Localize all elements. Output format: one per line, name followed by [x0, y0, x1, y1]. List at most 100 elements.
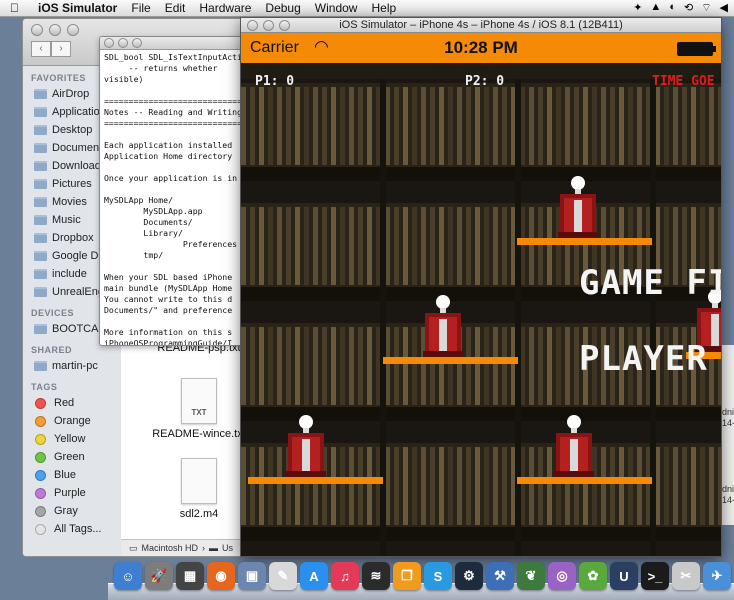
- text-file-icon: TXT: [181, 378, 217, 424]
- simulator-title: iOS Simulator – iPhone 4s – iPhone 4s / …: [339, 19, 623, 31]
- timemachine-icon[interactable]: ⟲: [684, 1, 693, 15]
- wifi-icon[interactable]: ⌔: [701, 1, 711, 15]
- unreal-icon[interactable]: U: [610, 562, 638, 590]
- sim-zoom-button[interactable]: [279, 20, 290, 31]
- file-name: sdl2.m4: [179, 508, 219, 520]
- tag-label: Yellow: [54, 433, 86, 445]
- menu-file[interactable]: File: [131, 1, 150, 15]
- hard-disk-icon: ▭: [129, 542, 138, 553]
- sim-close-button[interactable]: [247, 20, 258, 31]
- menu-debug[interactable]: Debug: [265, 1, 300, 15]
- preview-icon[interactable]: ▣: [238, 562, 266, 590]
- menu-tray: ✦ ▲ ◐ ⟲ ⌔ ◀: [633, 1, 728, 15]
- finder-minimize-button[interactable]: [49, 24, 61, 36]
- pictures-icon: [33, 178, 47, 190]
- finder-close-button[interactable]: [31, 24, 43, 36]
- menu-extra-icon[interactable]: ◐: [669, 1, 676, 15]
- menu-app-name[interactable]: iOS Simulator: [38, 1, 117, 15]
- file-sdl2-m4[interactable]: sdl2.m4: [151, 458, 243, 520]
- evernote-icon[interactable]: ✿: [579, 562, 607, 590]
- movies-icon: [33, 196, 47, 208]
- sidebar-item-label: Dropbox: [52, 232, 94, 244]
- editor-close-button[interactable]: [104, 38, 114, 48]
- tag-purple[interactable]: Purple: [23, 484, 121, 502]
- sidebar-item-label: Music: [52, 214, 81, 226]
- disk-icon[interactable]: ◎: [548, 562, 576, 590]
- apple-menu-icon[interactable]: : [10, 1, 24, 15]
- photo-booth-icon[interactable]: ▦: [176, 562, 204, 590]
- tag-gray[interactable]: Gray: [23, 502, 121, 520]
- editor-zoom-button[interactable]: [132, 38, 142, 48]
- status-time: 10:28 PM: [444, 38, 518, 57]
- google-drive-tray-icon[interactable]: ▲: [650, 1, 661, 15]
- path-item-disk[interactable]: Macintosh HD: [142, 543, 199, 553]
- tag-green[interactable]: Green: [23, 448, 121, 466]
- sidebar-item-martin-pc[interactable]: martin-pc: [23, 357, 121, 375]
- menu-edit[interactable]: Edit: [165, 1, 186, 15]
- desktop-icon: [33, 124, 47, 136]
- computer-icon: [33, 360, 47, 372]
- dropbox-tray-icon[interactable]: ✦: [633, 1, 642, 15]
- tag-dot-icon: [35, 397, 46, 409]
- terminal-icon[interactable]: >_: [641, 562, 669, 590]
- dropbox-icon: [33, 232, 47, 244]
- editor-titlebar: [100, 37, 250, 50]
- spotify-icon[interactable]: ≋: [362, 562, 390, 590]
- firefox-icon[interactable]: ◉: [207, 562, 235, 590]
- tag-dot-icon: [35, 469, 46, 481]
- editor-minimize-button[interactable]: [118, 38, 128, 48]
- tag-orange[interactable]: Orange: [23, 412, 121, 430]
- app-store-icon[interactable]: A: [300, 562, 328, 590]
- music-icon: [33, 214, 47, 226]
- sidebar-item-label: AirDrop: [52, 88, 90, 100]
- sim-minimize-button[interactable]: [263, 20, 274, 31]
- tag-label: Red: [54, 397, 75, 409]
- tag-label: Gray: [54, 505, 78, 517]
- finder-icon[interactable]: ☺: [114, 562, 142, 590]
- game-screen[interactable]: P1: 0 P2: 0 TIME GOE GAME FI PLAYER: [241, 63, 721, 556]
- coda-icon[interactable]: ❦: [517, 562, 545, 590]
- editor-text[interactable]: SDL_bool SDL_IsTextInputActive -- return…: [100, 50, 250, 345]
- menu-hardware[interactable]: Hardware: [199, 1, 251, 15]
- tag-red[interactable]: Red: [23, 394, 121, 412]
- itunes-icon[interactable]: ♫: [331, 562, 359, 590]
- skype-icon[interactable]: S: [424, 562, 452, 590]
- back-arrow-icon[interactable]: ‹: [31, 41, 51, 57]
- finder-zoom-button[interactable]: [67, 24, 79, 36]
- launchpad-icon[interactable]: 🚀: [145, 562, 173, 590]
- steam-icon[interactable]: ⚙: [455, 562, 483, 590]
- script-icon[interactable]: ✂: [672, 562, 700, 590]
- tag-blue[interactable]: Blue: [23, 466, 121, 484]
- disk-icon: [33, 323, 47, 335]
- xcode-icon[interactable]: ⚒: [486, 562, 514, 590]
- sidebar-item-label: Movies: [52, 196, 87, 208]
- tag-all-tags-[interactable]: All Tags...: [23, 520, 121, 538]
- menu-window[interactable]: Window: [315, 1, 358, 15]
- file-readme-wince[interactable]: TXT README-wince.txt: [151, 378, 243, 440]
- player2-score: P2: 0: [465, 74, 505, 89]
- sidebar-item-label: Desktop: [52, 124, 93, 136]
- textedit-icon[interactable]: ✎: [269, 562, 297, 590]
- menu-help[interactable]: Help: [371, 1, 396, 15]
- applications-icon: [33, 106, 47, 118]
- bg-text: dni: [722, 407, 734, 417]
- platform-middle: [383, 357, 518, 364]
- tag-yellow[interactable]: Yellow: [23, 430, 121, 448]
- path-item-users[interactable]: Us: [222, 543, 233, 553]
- airdrop-icon: [33, 88, 47, 100]
- game-over-message: GAME FI: [579, 263, 721, 303]
- documents-icon: [33, 142, 47, 154]
- forward-arrow-icon[interactable]: ›: [51, 41, 71, 57]
- platform-bottom-left: [248, 477, 383, 484]
- path-separator-icon: ›: [202, 543, 206, 553]
- tag-label: Blue: [54, 469, 77, 481]
- ibooks-icon[interactable]: ❐: [393, 562, 421, 590]
- dock: ☺ 🚀 ▦ ◉ ▣ ✎ A ♫ ≋ ❐ S ⚙ ⚒ ❦ ◎ ✿ U >_ ✂ ✈: [108, 558, 734, 600]
- sidebar-section-tags: TAGS: [31, 382, 58, 392]
- volume-icon[interactable]: ◀: [720, 1, 728, 15]
- folder-icon: [33, 250, 47, 262]
- tag-label: Orange: [54, 415, 91, 427]
- tag-dot-icon: [35, 415, 46, 427]
- safari-icon[interactable]: ✈: [703, 562, 731, 590]
- sidebar-section-shared: SHARED: [31, 345, 73, 355]
